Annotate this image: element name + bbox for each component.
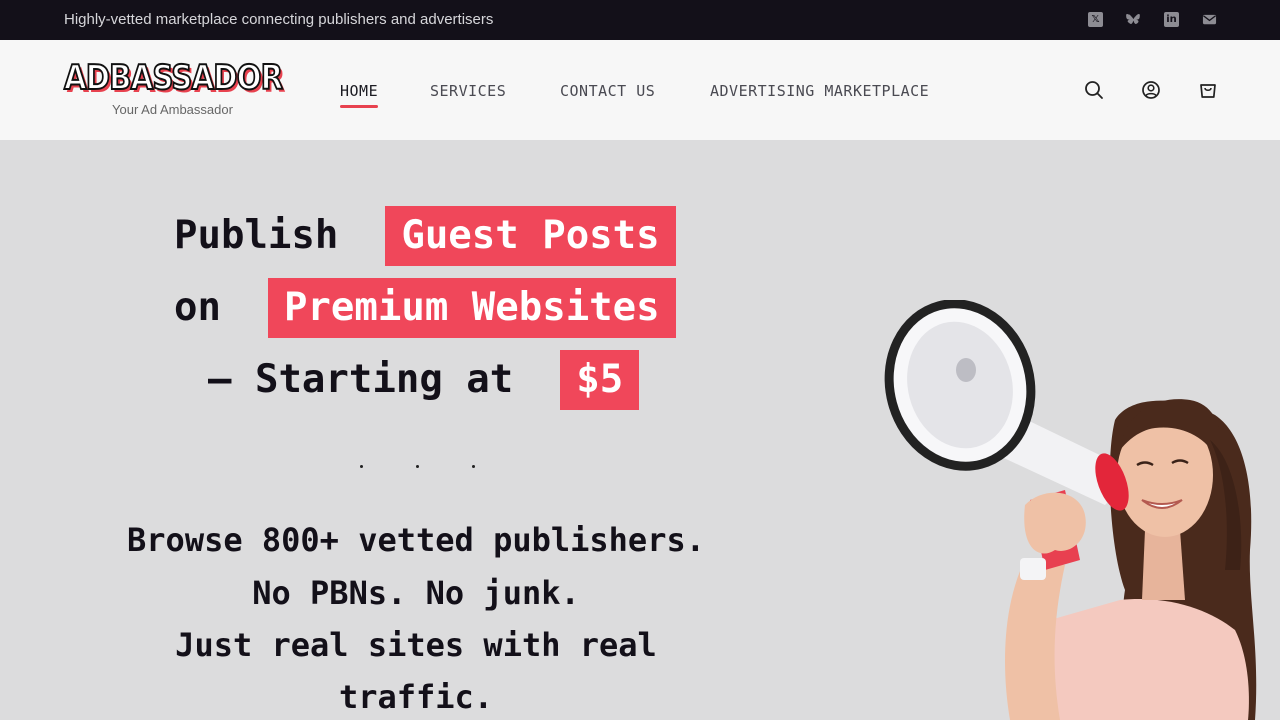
highlight-premium-websites: Premium Websites <box>267 278 676 338</box>
hero-subtext-1: Browse 800+ vetted publishers. <box>127 521 705 559</box>
hero-line-3: — Starting at $5 <box>208 350 640 410</box>
hero-subtext-4: traffic. <box>338 678 494 716</box>
logo-tagline: Your Ad Ambassador <box>112 102 233 117</box>
hero-line-1-prefix: Publish <box>174 213 339 258</box>
linkedin-icon[interactable]: in <box>1164 12 1179 27</box>
x-icon[interactable]: 𝕏 <box>1088 12 1103 27</box>
hero-section: Publish Guest Posts on Premium Websites … <box>0 140 1280 720</box>
bluesky-icon[interactable] <box>1126 12 1141 27</box>
announcement-text: Highly-vetted marketplace connecting pub… <box>64 11 494 28</box>
hero-line-2: on Premium Websites <box>174 278 676 338</box>
hero-subtext-3: Just real sites with real <box>175 626 657 664</box>
hero-line-1: Publish Guest Posts <box>174 206 676 266</box>
account-icon[interactable] <box>1141 80 1161 100</box>
dots-divider <box>356 465 486 475</box>
top-announcement-bar: Highly-vetted marketplace connecting pub… <box>0 0 1280 40</box>
woman-megaphone-image <box>884 300 1257 720</box>
site-logo[interactable]: ADBASSADOR Your Ad Ambassador <box>63 57 284 122</box>
highlight-guest-posts: Guest Posts <box>385 206 676 266</box>
hero-subtext-2: No PBNs. No junk. <box>252 574 580 612</box>
site-header: ADBASSADOR Your Ad Ambassador HOME SERVI… <box>0 40 1280 140</box>
nav-contact-us[interactable]: CONTACT US <box>560 82 655 100</box>
email-icon[interactable] <box>1202 12 1217 27</box>
nav-advertising-marketplace[interactable]: ADVERTISING MARKETPLACE <box>710 82 929 100</box>
hero-line-2-prefix: on <box>174 285 221 330</box>
logo-text[interactable]: ADBASSADOR <box>63 57 284 99</box>
nav-home[interactable]: HOME <box>340 82 379 108</box>
search-icon[interactable] <box>1084 80 1104 100</box>
highlight-price: $5 <box>560 350 640 410</box>
cart-icon[interactable] <box>1198 80 1218 100</box>
hero-line-3-prefix: — Starting at <box>208 357 514 402</box>
nav-services[interactable]: SERVICES <box>430 82 506 100</box>
